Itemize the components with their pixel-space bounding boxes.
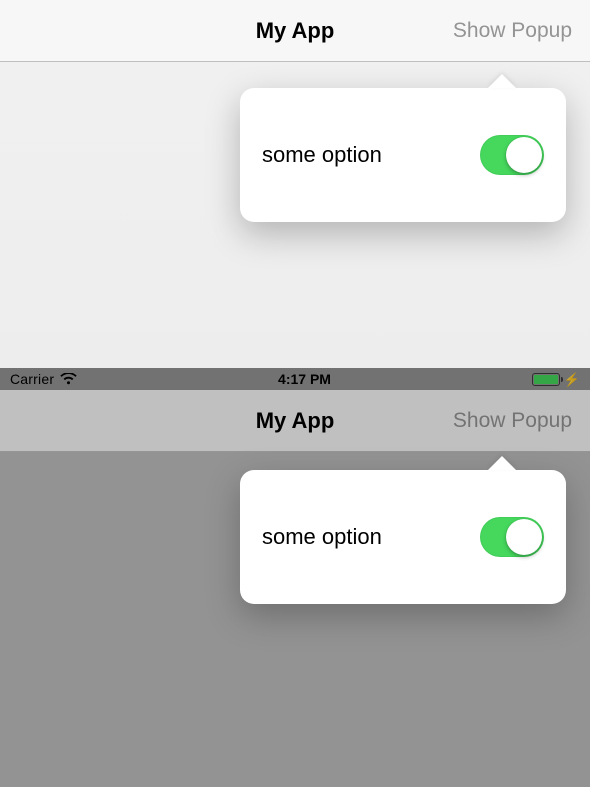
toggle-knob-icon	[506, 137, 542, 173]
show-popup-button[interactable]: Show Popup	[453, 19, 590, 43]
screen-top: My App Show Popup some option	[0, 0, 590, 368]
toggle-knob-icon	[506, 519, 542, 555]
battery-icon	[532, 373, 560, 386]
charging-icon: ⚡	[564, 373, 580, 386]
wifi-icon	[60, 373, 77, 385]
statusbar-time: 4:17 PM	[278, 371, 331, 387]
option-toggle[interactable]	[480, 135, 544, 175]
option-label: some option	[262, 142, 480, 168]
option-toggle[interactable]	[480, 517, 544, 557]
popover-arrow-icon	[488, 456, 516, 470]
show-popup-button[interactable]: Show Popup	[453, 409, 590, 433]
statusbar: Carrier 4:17 PM ⚡	[0, 368, 590, 390]
popover: some option	[240, 470, 566, 604]
navbar: My App Show Popup	[0, 0, 590, 62]
option-label: some option	[262, 524, 480, 550]
screen-bottom: Carrier 4:17 PM ⚡ My App Show Popup some…	[0, 368, 590, 787]
popover: some option	[240, 88, 566, 222]
navbar: My App Show Popup	[0, 390, 590, 452]
popover-arrow-icon	[488, 74, 516, 88]
carrier-label: Carrier	[10, 371, 54, 387]
